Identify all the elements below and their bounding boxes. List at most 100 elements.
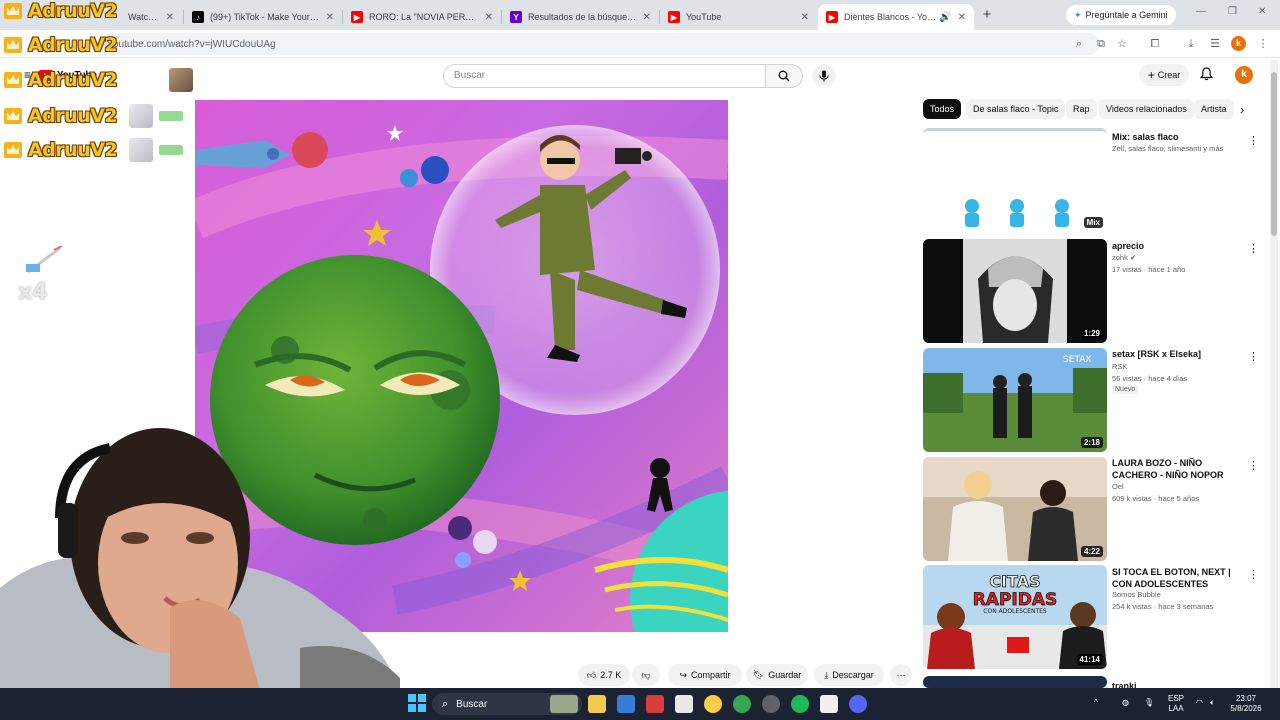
spotify-icon[interactable] (791, 695, 809, 713)
taskbar-app-icon[interactable] (675, 695, 693, 713)
chip-all[interactable]: Todos (923, 99, 962, 119)
extensions-icon[interactable]: ⧠ (1148, 37, 1162, 51)
close-tab-icon[interactable]: ✕ (958, 12, 966, 23)
close-tab-icon[interactable]: ✕ (326, 12, 334, 23)
tab-watch-edition[interactable]: Watch Edition ✕ (120, 4, 182, 30)
rec-title[interactable]: setax [RSK x Elseka] (1112, 348, 1238, 360)
voice-search-button[interactable] (812, 64, 836, 88)
language-indicator[interactable]: ESP LAA (1166, 694, 1186, 714)
tray-mic-icon[interactable]: 🎙︎ (1144, 698, 1154, 708)
save-label: Guardar (768, 670, 802, 680)
clock[interactable]: 23:07 5/8/2026 (1226, 694, 1266, 714)
more-actions-button[interactable]: ⋯ (890, 664, 912, 686)
audio-playing-icon[interactable]: 🔊 (939, 12, 951, 23)
rec-channel[interactable]: zohk ✔ (1112, 252, 1242, 264)
rec-channel[interactable]: Somos Bubble (1112, 589, 1242, 601)
maximize-button[interactable]: ❐ (1228, 6, 1237, 17)
wifi-icon[interactable]: ◠ (1196, 698, 1203, 708)
download-icon: ⤓ (824, 669, 829, 680)
bookmark-star-icon[interactable]: ☆ (1115, 37, 1129, 51)
rec-thumbnail[interactable]: Mix (923, 128, 1107, 232)
like-button[interactable]: 👍︎ 2.7 K (578, 664, 630, 686)
windows-start-icon[interactable] (408, 694, 428, 714)
url-field[interactable]: youtube.com/watch?v=jWIUCdouUAg (100, 33, 1100, 55)
close-window-button[interactable]: ✕ (1258, 6, 1266, 17)
rec-title[interactable]: SI TOCA EL BOTON, NEXT | CON ADOLESCENTE… (1112, 566, 1238, 590)
close-tab-icon[interactable]: ✕ (485, 12, 493, 23)
tab-tiktok[interactable]: ♪ (99+) TikTok - Make Your Day ✕ (184, 4, 342, 30)
chip-rap[interactable]: Rap (1066, 99, 1097, 119)
share-button[interactable]: ↪ Compartir (668, 664, 742, 686)
minimize-button[interactable]: — (1196, 6, 1206, 17)
volume-icon[interactable]: 🔈︎ (1210, 698, 1215, 708)
notifications-bell-icon[interactable] (1199, 67, 1214, 84)
browser-menu-icon[interactable]: ⋮ (1256, 37, 1270, 51)
chrome-profile-icon[interactable] (733, 695, 751, 713)
chips-next-chevron-icon[interactable]: › (1240, 102, 1244, 117)
rec-duration: 2:18 (1080, 437, 1103, 448)
install-app-icon[interactable]: ⧉ (1094, 37, 1108, 51)
tab-roro[interactable]: ▶ RORO: La "NOVIA PERFECTA" q ✕ (343, 4, 501, 30)
chip-de-salas-flaco[interactable]: De salas flaco - Topic (966, 99, 1066, 119)
close-tab-icon[interactable]: ✕ (801, 12, 809, 23)
browser-profile-avatar[interactable]: k (1231, 36, 1246, 51)
rec-channel[interactable]: Oel (1112, 481, 1242, 493)
taskbar-app-icon[interactable] (762, 695, 780, 713)
create-button[interactable]: + Crear (1139, 64, 1189, 86)
downloads-icon[interactable]: ⤓ (1184, 37, 1198, 51)
rec-more-icon[interactable]: ⋮ (1248, 134, 1259, 147)
youtube-account-avatar[interactable]: k (1235, 66, 1253, 84)
youtube-search-input[interactable]: Buscar (443, 64, 766, 88)
download-button[interactable]: ⤓ Descargar (814, 664, 884, 686)
discord-icon[interactable] (849, 695, 867, 713)
close-tab-icon[interactable]: ✕ (166, 12, 174, 23)
rec-title[interactable]: aprecio (1112, 240, 1238, 252)
new-tab-button[interactable]: + (978, 6, 996, 24)
rec-thumbnail[interactable]: 1:29 (923, 239, 1107, 343)
rec-thumbnail[interactable]: 4:22 (923, 457, 1107, 561)
rec-more-icon[interactable]: ⋮ (1248, 350, 1259, 363)
aprecio-thumbnail-art (923, 239, 1107, 343)
chat-username: AdruuV2 (28, 69, 118, 91)
rec-meta: 254 k vistas · hace 3 semanas (1112, 602, 1214, 611)
gemini-icon: ✦ (1074, 9, 1082, 20)
search-button[interactable] (765, 64, 803, 88)
tab-dientes-blancos[interactable]: ▶ Dientes Blancos - YouTube 🔊 ✕ (818, 4, 974, 30)
rec-title[interactable]: tranki (1112, 680, 1238, 688)
rec-thumbnail[interactable]: SETAX 2:18 (923, 348, 1107, 452)
chrome-icon[interactable] (704, 695, 722, 713)
rec-more-icon[interactable]: ⋮ (1248, 459, 1259, 472)
taskbar-app-icon[interactable] (617, 695, 635, 713)
rec-more-icon[interactable]: ⋮ (1248, 568, 1259, 581)
share-label: Compartir (691, 670, 731, 680)
scrollbar-thumb[interactable] (1271, 72, 1277, 236)
url-text: youtube.com/watch?v=jWIUCdouUAg (108, 38, 276, 50)
page-scrollbar[interactable] (1270, 60, 1278, 688)
rec-thumbnail[interactable] (923, 676, 1107, 688)
chip-related[interactable]: Videos relacionados (1099, 99, 1194, 119)
rec-title[interactable]: Mix: salas flaco (1112, 131, 1238, 143)
rec-channel-name: zohk (1112, 253, 1128, 262)
taskbar-widget-icon[interactable] (550, 695, 578, 713)
ask-gemini-button[interactable]: ✦ Pregúntale a Gemini (1066, 5, 1176, 25)
rec-duration: 4:22 (1080, 546, 1103, 557)
rec-title[interactable]: LAURA BOZO - NIÑO CACHERO - NIÑO NOPOR (1112, 457, 1238, 481)
taskbar-app-icon[interactable] (646, 695, 664, 713)
tab-search-results[interactable]: Y Resultados de la búsqueda de ✕ (502, 4, 659, 30)
mix-thumbnail-art (923, 131, 1107, 232)
save-button[interactable]: 🔖︎ Guardar (746, 664, 808, 686)
dislike-button[interactable]: 👎︎ (632, 664, 660, 686)
tray-chevron-icon[interactable]: ^ (1094, 698, 1098, 708)
reading-list-icon[interactable]: ☰ (1208, 37, 1222, 51)
rec-thumbnail[interactable]: CITAS RAPIDAS CON ADOLESCENTES 41:14 (923, 565, 1107, 669)
taskbar-app-icon[interactable] (820, 695, 838, 713)
chip-artist[interactable]: Artista (1194, 99, 1234, 119)
rec-channel[interactable]: Zell, salas flaco, slimesanti y más (1112, 143, 1242, 155)
tray-app-icon[interactable]: ◍ (1122, 698, 1129, 708)
zoom-icon[interactable]: ⌕ (1072, 37, 1086, 51)
rec-more-icon[interactable]: ⋮ (1248, 242, 1259, 255)
file-explorer-icon[interactable] (588, 695, 606, 713)
tab-youtube[interactable]: ▶ YouTube ✕ (660, 4, 817, 30)
rec-channel[interactable]: RSK (1112, 361, 1242, 373)
close-tab-icon[interactable]: ✕ (643, 12, 651, 23)
